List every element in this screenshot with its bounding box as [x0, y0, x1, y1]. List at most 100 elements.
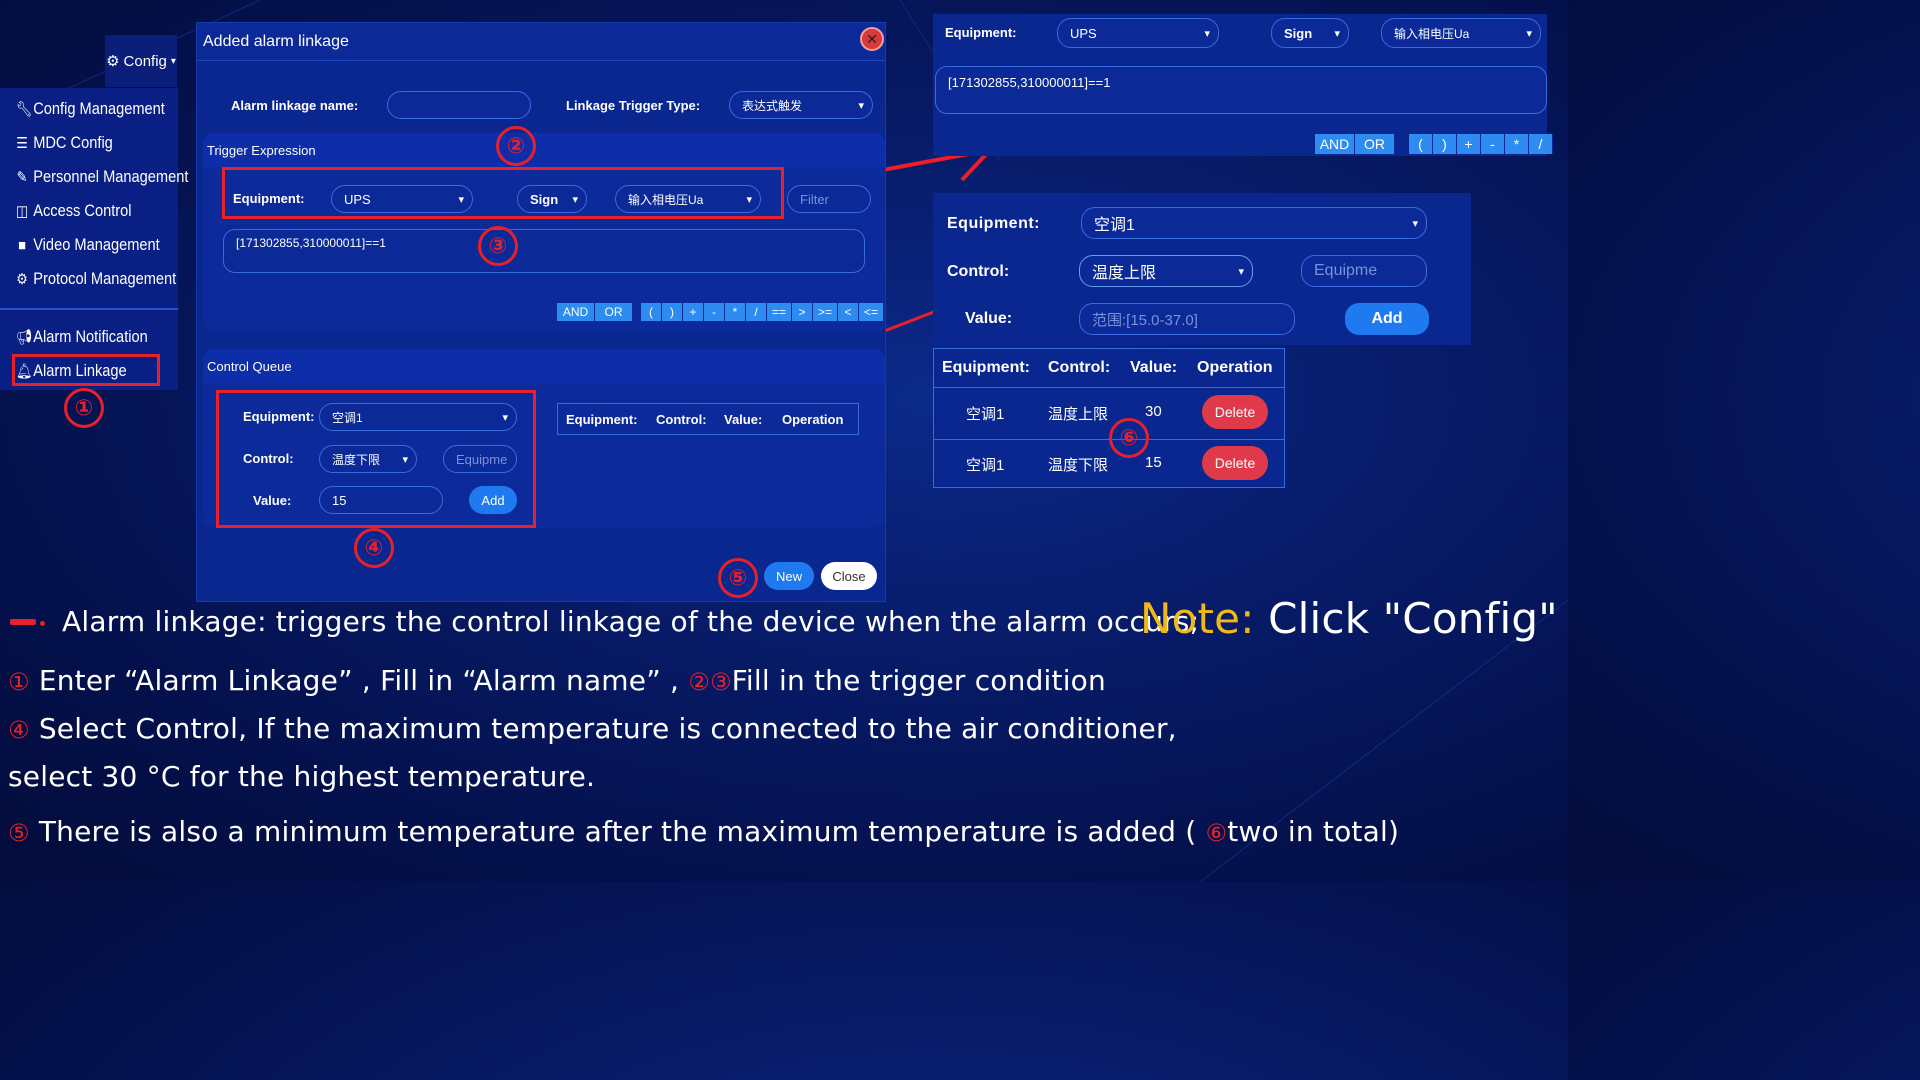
video-icon: ■	[18, 236, 26, 254]
zoom-value-input[interactable]: 范围:[15.0-37.0]	[1079, 303, 1295, 335]
zoom-expression-textarea[interactable]: [171302855,310000011]==1	[935, 66, 1547, 114]
sidebar-item-alarm-notification[interactable]: 📢︎ Alarm Notification	[16, 322, 148, 352]
sidebar-item-label: Video Management	[33, 235, 160, 254]
sidebar-item-label: Access Control	[33, 201, 132, 220]
table-header-equipment: Equipment:	[566, 412, 638, 427]
row-control: 温度上限	[1048, 406, 1109, 423]
row-control: 温度下限	[1048, 457, 1109, 474]
operator-button[interactable]: )	[662, 303, 683, 321]
highlight-alarm-linkage	[12, 354, 160, 386]
zoom-control-equipment-value: 空调1	[1094, 217, 1135, 234]
note-line-3: select 30 °C for the highest temperature…	[8, 760, 596, 793]
zoom-equipment-select[interactable]: UPS	[1057, 18, 1219, 48]
note-line-4b: two in total)	[1227, 815, 1400, 848]
marker-2-inline: ②	[688, 668, 710, 696]
zoom-control-equipment-label: Equipment:	[947, 215, 1040, 232]
zoom-control-table: Equipment: Control: Value: Operation 空调1…	[933, 348, 1285, 488]
sidebar-item-video-management[interactable]: ■ Video Management	[16, 230, 160, 260]
highlight-trigger-fields	[222, 167, 784, 219]
operator-button[interactable]: AND	[557, 303, 595, 321]
note-line-4: ⑤ There is also a minimum temperature af…	[8, 815, 1399, 848]
zoom-control-equipment-select[interactable]: 空调1	[1081, 207, 1427, 239]
operator-button[interactable]: -	[704, 303, 725, 321]
note-line-2-text: Select Control, If the maximum temperatu…	[38, 712, 1177, 745]
close-icon[interactable]: ✕	[860, 27, 884, 51]
door-icon: ◫	[16, 203, 29, 220]
sidebar-item-label: Alarm Notification	[33, 327, 148, 346]
delete-button[interactable]: Delete	[1202, 395, 1268, 429]
note-line-1: ① Enter “Alarm Linkage” , Fill in “Alarm…	[8, 664, 1106, 697]
list-icon: ☰	[16, 135, 28, 152]
operator-button[interactable]: >	[792, 303, 813, 321]
zoom-add-button[interactable]: Add	[1345, 303, 1429, 335]
operator-button[interactable]: )	[1433, 134, 1457, 154]
red-dash-icon	[10, 619, 46, 627]
wrench-icon: 🔧︎	[16, 101, 33, 118]
sidebar-item-mdc-config[interactable]: ☰ MDC Config	[16, 128, 113, 158]
sidebar-item-label: Personnel Management	[33, 167, 189, 186]
sidebar-item-config-management[interactable]: 🔧︎ Config Management	[16, 94, 165, 124]
wrench-icon: ✎	[16, 169, 28, 186]
operator-button[interactable]: (	[641, 303, 662, 321]
delete-button[interactable]: Delete	[1202, 446, 1268, 480]
sidebar-item-access-control[interactable]: ◫ Access Control	[16, 196, 132, 226]
operator-button[interactable]: /	[1529, 134, 1553, 154]
table-header-value: Value:	[724, 412, 763, 427]
zoom-equipment-value: UPS	[1070, 25, 1097, 41]
operator-button[interactable]: *	[1505, 134, 1529, 154]
operator-button[interactable]: /	[746, 303, 767, 321]
row-value: 30	[1145, 403, 1162, 420]
zoom-control-select[interactable]: 温度上限	[1079, 255, 1253, 287]
trigger-type-label: Linkage Trigger Type:	[566, 98, 701, 113]
alarm-name-label: Alarm linkage name:	[231, 98, 359, 113]
sidebar-item-label: Protocol Management	[33, 269, 177, 288]
filter-input[interactable]: Filter	[787, 185, 871, 213]
zoom-signal-value: 输入相电压Ua	[1394, 26, 1470, 41]
zoom-sign-select[interactable]: Sign	[1271, 18, 1349, 48]
operator-button[interactable]: +	[683, 303, 704, 321]
operator-button[interactable]: <	[838, 303, 859, 321]
note-line-1b: Fill in the trigger condition	[731, 664, 1106, 697]
sidebar-item-label: MDC Config	[33, 133, 113, 152]
operator-button[interactable]: <=	[859, 303, 884, 321]
gear-icon: ⚙	[106, 53, 120, 70]
zoom-control-equip-input[interactable]: Equipme	[1301, 255, 1427, 287]
trigger-type-select[interactable]: 表达式触发	[729, 91, 873, 119]
expression-textarea[interactable]: [171302855,310000011]==1	[223, 229, 865, 273]
zoom-control-value: 温度上限	[1092, 265, 1157, 282]
sidebar-item-personnel-management[interactable]: ✎ Personnel Management	[16, 162, 189, 192]
table-header-operation: Operation	[782, 412, 844, 427]
note-config: Note: Click "Config"	[1140, 594, 1558, 643]
operator-button[interactable]: OR	[595, 303, 633, 321]
marker-4-inline: ④	[8, 716, 30, 744]
new-button[interactable]: New	[764, 562, 814, 590]
zoom-table-header-value: Value:	[1130, 359, 1178, 376]
chevron-down-icon: ▾	[170, 55, 176, 67]
operator-button[interactable]: (	[1409, 134, 1433, 154]
sidebar-divider	[0, 308, 178, 310]
operator-button[interactable]: >=	[813, 303, 838, 321]
marker-5: ⑤	[718, 558, 758, 598]
operator-button[interactable]: -	[1481, 134, 1505, 154]
zoom-table-header-control: Control:	[1048, 359, 1111, 376]
operator-button[interactable]: ==	[767, 303, 792, 321]
operator-button[interactable]: +	[1457, 134, 1481, 154]
row-equipment: 空调1	[966, 406, 1005, 423]
alarm-name-input[interactable]	[387, 91, 531, 119]
zoom-signal-select[interactable]: 输入相电压Ua	[1381, 18, 1541, 48]
control-queue-table: Equipment: Control: Value: Operation	[557, 403, 859, 435]
config-menu-button[interactable]: ⚙ Config ▾	[105, 35, 177, 87]
marker-3: ③	[478, 226, 518, 266]
marker-6-inline: ⑥	[1205, 819, 1228, 847]
zoom-equipment-label: Equipment:	[945, 25, 1017, 40]
operator-button[interactable]: AND	[1315, 134, 1355, 154]
close-button[interactable]: Close	[821, 562, 877, 590]
note-line-0: Alarm linkage: triggers the control link…	[62, 605, 1200, 638]
sidebar-item-protocol-management[interactable]: ⚙ Protocol Management	[16, 264, 176, 294]
megaphone-icon: 📢︎	[16, 329, 33, 346]
operator-button[interactable]: *	[725, 303, 746, 321]
operator-button[interactable]: OR	[1355, 134, 1395, 154]
zoom-value-label: Value:	[965, 310, 1013, 327]
control-queue-header: Control Queue	[203, 349, 885, 383]
gears-icon: ⚙	[16, 271, 28, 288]
